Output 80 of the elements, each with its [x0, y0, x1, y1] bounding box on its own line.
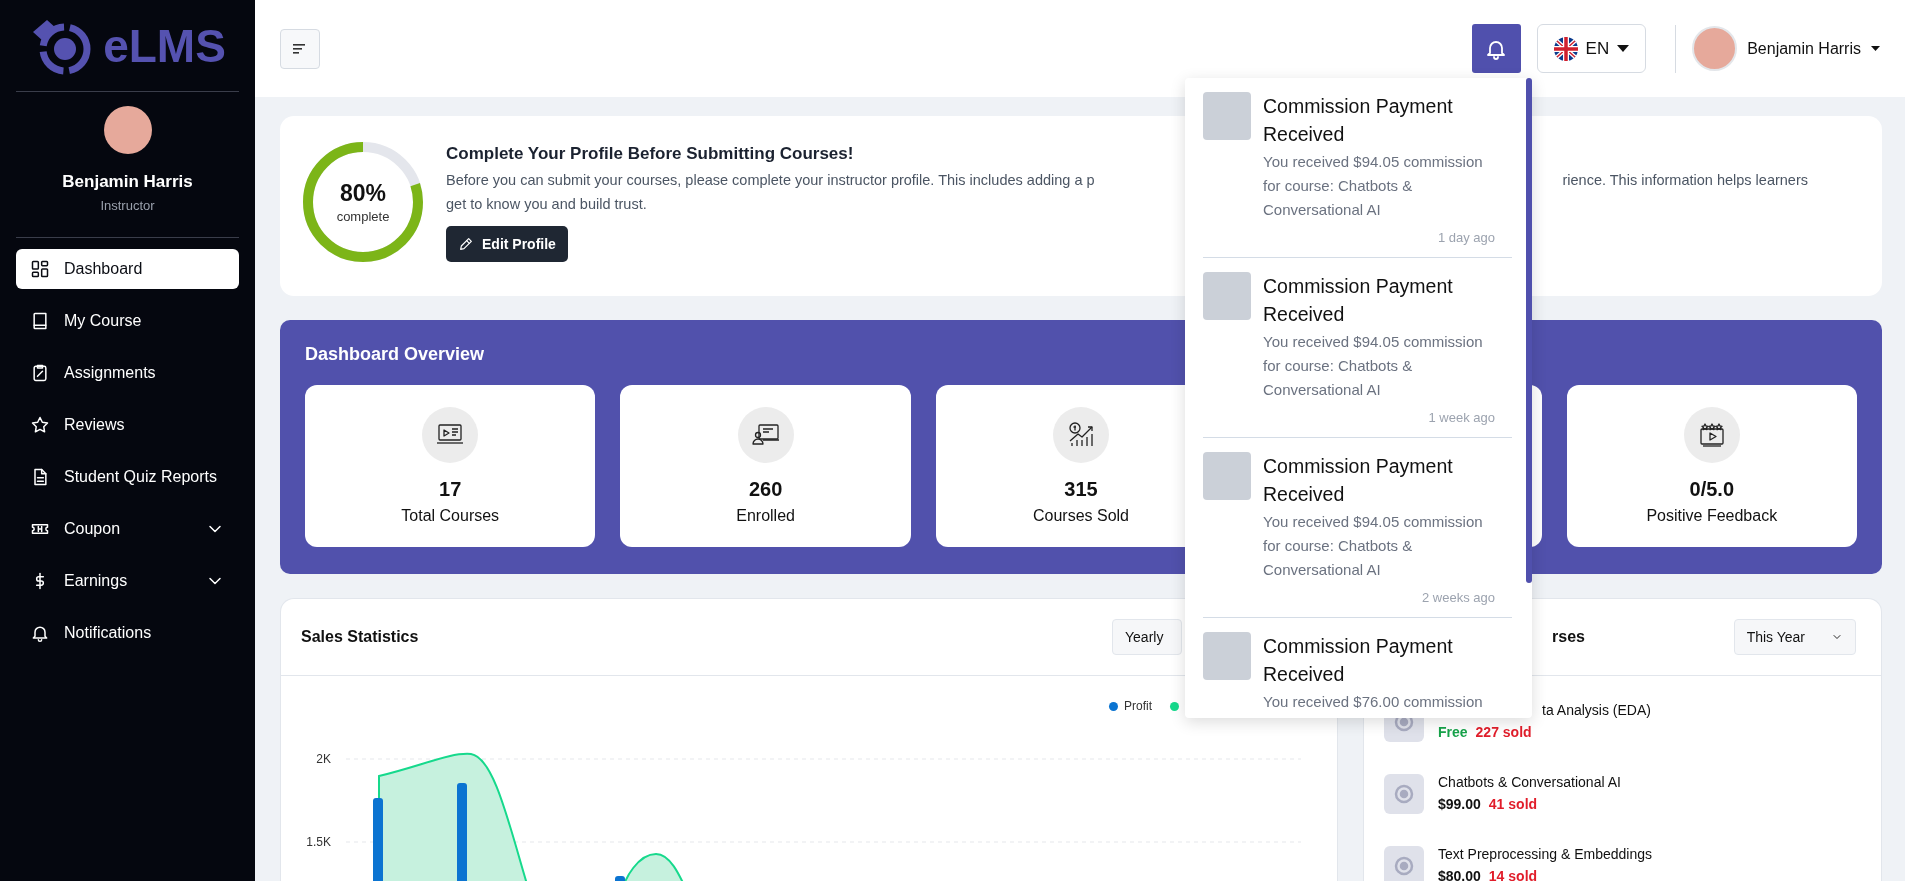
language-select[interactable]: EN [1536, 24, 1647, 73]
user-name: Benjamin Harris [62, 172, 193, 192]
logo-text: eLMS [103, 18, 226, 73]
panel-title: rses [1551, 628, 1585, 646]
stat-value: 260 [748, 478, 783, 501]
notification-time: 2 weeks ago [1422, 590, 1495, 605]
chart-bar [615, 876, 625, 881]
notification-title: Commission Payment Received [1263, 94, 1454, 147]
axis-label: 2K [316, 752, 331, 766]
notification-text: You received $94.05 commission for course: Chatbots & Conversational AI [1263, 512, 1484, 580]
flag-icon [1553, 36, 1578, 61]
notification-title: Commission Payment Received [1263, 454, 1454, 507]
menu-button[interactable] [280, 28, 320, 69]
notification-title: Commission Payment Received [1263, 634, 1454, 687]
caret-icon [1871, 45, 1880, 52]
course-price: $99.00 [1438, 796, 1481, 812]
course-title[interactable]: Text Preprocessing & Embeddings [1438, 846, 1652, 862]
legend-label: Profit [1124, 699, 1152, 713]
menu-icon [293, 43, 307, 54]
course-title[interactable]: ta Analysis (EDA) [1542, 702, 1651, 718]
notification-item[interactable]: Commission Payment Received You received $94.05 commission for course: Chatbots & Conversational AI 2 weeks ago [1203, 438, 1512, 618]
stat-label: Positive Feedback [1646, 507, 1778, 525]
notification-item[interactable]: Commission Payment Received You received $76.00 commission [1203, 618, 1512, 714]
notification-item[interactable]: Commission Payment Received You received $94.05 commission for course: Chatbots & Conversational AI 1 week ago [1203, 258, 1512, 438]
notification-text: You received $76.00 commission [1263, 692, 1484, 712]
stat-icon [1053, 407, 1109, 463]
course-thumbnail [1384, 774, 1424, 814]
user-role: Instructor [100, 198, 155, 213]
notification-thumbnail [1203, 452, 1251, 500]
prompt-text: rience. This information helps learners [1562, 171, 1808, 190]
nav-icon [30, 311, 50, 331]
nav-icon [30, 259, 50, 279]
course-title[interactable]: Chatbots & Conversational AI [1438, 774, 1621, 790]
sold-count: 41 sold [1488, 796, 1538, 812]
sidebar-item[interactable]: Coupon [16, 509, 239, 549]
progress-percent: 80% [339, 180, 386, 207]
stat-label: Enrolled [736, 507, 795, 525]
user-menu[interactable]: Benjamin Harris [1692, 26, 1880, 71]
notification-time: 1 day ago [1437, 230, 1495, 245]
sidebar-item[interactable]: Assignments [16, 353, 239, 393]
stat-value: 315 [1064, 478, 1098, 501]
sidebar-item[interactable]: Notifications [16, 613, 239, 653]
avatar [103, 106, 152, 154]
stat-label: Total Courses [401, 507, 500, 525]
pencil-icon [458, 236, 474, 252]
panel-title: Sales Statistics [301, 628, 419, 646]
prompt-text: get to know you and build trust. [446, 195, 647, 214]
sidebar-item[interactable]: Reviews [16, 405, 239, 445]
course-price: Free [1438, 724, 1468, 740]
period-select[interactable]: This Year [1733, 619, 1856, 655]
prompt-title: Complete Your Profile Before Submitting Courses! [446, 144, 854, 164]
notification-text: You received $94.05 commission for course: Chatbots & Conversational AI [1263, 332, 1484, 400]
stat-value: 17 [439, 478, 462, 501]
notification-button[interactable] [1471, 24, 1521, 73]
scrollbar-thumb[interactable] [1526, 78, 1532, 583]
prompt-text: Before you can submit your courses, please complete your instructor profile. This includes adding a p [446, 171, 1095, 190]
sold-count: 14 sold [1488, 868, 1538, 881]
caret-icon [1617, 44, 1630, 53]
avatar [1692, 26, 1738, 71]
sidebar-item[interactable]: Dashboard [16, 249, 239, 289]
progress-caption: complete [336, 209, 390, 224]
notification-text: You received $94.05 commission for course: Chatbots & Conversational AI [1263, 152, 1484, 220]
notification-time: 1 week ago [1428, 410, 1495, 425]
panel-title: Dashboard Overview [305, 344, 485, 365]
nav-icon [30, 415, 50, 435]
sidebar-item[interactable]: My Course [16, 301, 239, 341]
sidebar-item[interactable]: Earnings [16, 561, 239, 601]
axis-label: 1.5K [306, 835, 331, 849]
sidebar-item[interactable]: Student Quiz Reports [16, 457, 239, 497]
edit-profile-button[interactable]: Edit Profile [446, 226, 568, 262]
notification-thumbnail [1203, 632, 1251, 680]
stat-label: Courses Sold [1032, 507, 1129, 525]
notification-thumbnail [1203, 272, 1251, 320]
stat-value: 0/5.0 [1689, 478, 1735, 501]
sold-count: 227 sold [1475, 724, 1532, 740]
notification-title: Commission Payment Received [1263, 274, 1454, 327]
notification-thumbnail [1203, 92, 1251, 140]
nav-icon [30, 363, 50, 383]
notification-item[interactable]: Commission Payment Received You received $94.05 commission for course: Chatbots & Conversational AI 1 day ago [1203, 78, 1512, 258]
period-select[interactable]: Yearly [1112, 619, 1182, 655]
